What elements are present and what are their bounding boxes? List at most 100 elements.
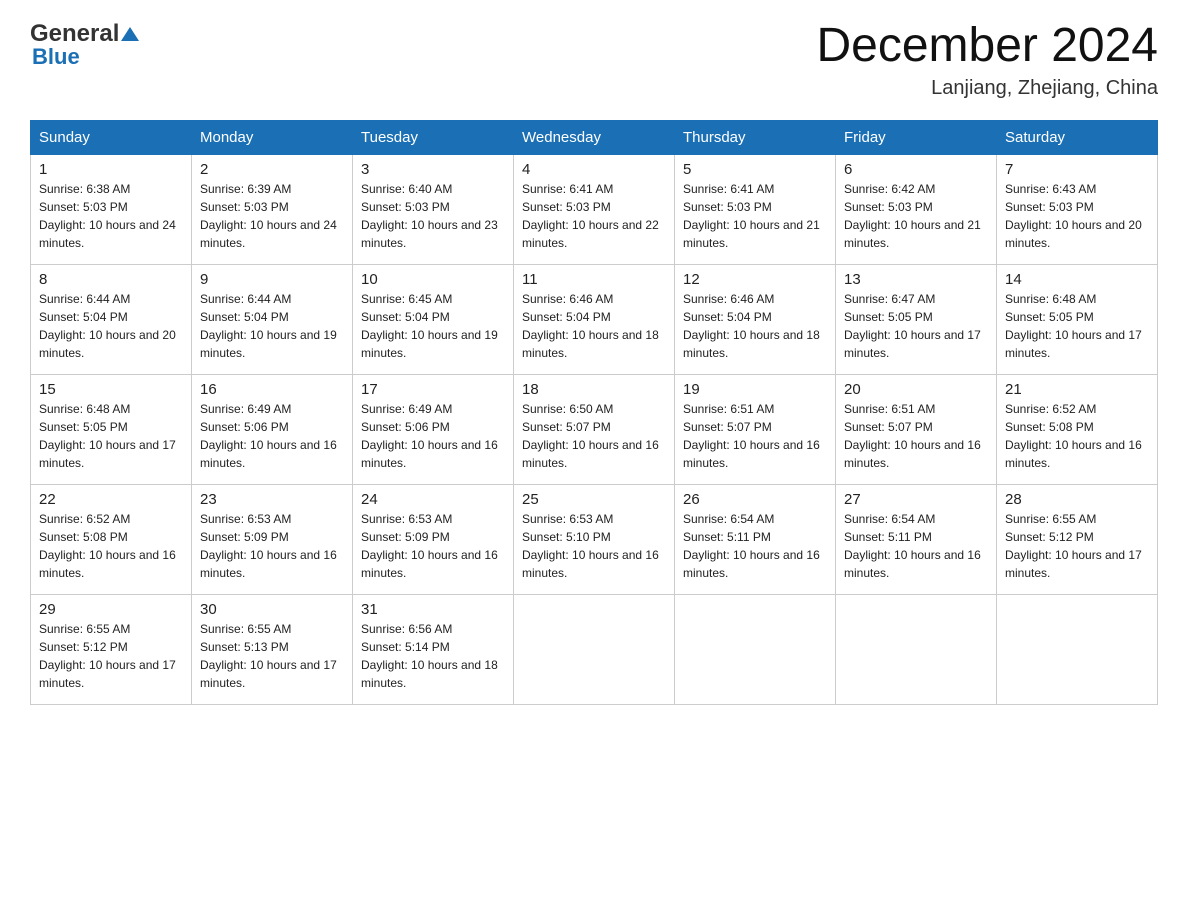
day-info: Sunrise: 6:48 AMSunset: 5:05 PMDaylight:… [1005, 290, 1149, 362]
calendar-cell: 6 Sunrise: 6:42 AMSunset: 5:03 PMDaylight… [836, 154, 997, 264]
day-info: Sunrise: 6:51 AMSunset: 5:07 PMDaylight:… [683, 400, 827, 472]
day-number: 3 [361, 161, 505, 178]
day-info: Sunrise: 6:46 AMSunset: 5:04 PMDaylight:… [522, 290, 666, 362]
calendar-cell: 20 Sunrise: 6:51 AMSunset: 5:07 PMDayligh… [836, 374, 997, 484]
day-number: 31 [361, 601, 505, 618]
day-number: 14 [1005, 271, 1149, 288]
day-number: 8 [39, 271, 183, 288]
day-info: Sunrise: 6:44 AMSunset: 5:04 PMDaylight:… [200, 290, 344, 362]
calendar-cell: 14 Sunrise: 6:48 AMSunset: 5:05 PMDayligh… [997, 264, 1158, 374]
month-title: December 2024 [816, 20, 1158, 73]
day-number: 25 [522, 491, 666, 508]
day-info: Sunrise: 6:38 AMSunset: 5:03 PMDaylight:… [39, 180, 183, 252]
calendar-cell [997, 594, 1158, 704]
day-number: 26 [683, 491, 827, 508]
calendar-cell: 21 Sunrise: 6:52 AMSunset: 5:08 PMDayligh… [997, 374, 1158, 484]
calendar-cell: 5Sunrise: 6:41 AMSunset: 5:03 PMDaylight… [675, 154, 836, 264]
calendar-week-row: 29 Sunrise: 6:55 AMSunset: 5:12 PMDayligh… [31, 594, 1158, 704]
logo-triangle-icon [121, 27, 139, 41]
page-header: General Blue December 2024 Lanjiang, Zhe… [30, 20, 1158, 100]
header-thursday: Thursday [675, 120, 836, 154]
day-info: Sunrise: 6:40 AMSunset: 5:03 PMDaylight:… [361, 180, 505, 252]
calendar-cell: 10 Sunrise: 6:45 AMSunset: 5:04 PMDayligh… [353, 264, 514, 374]
calendar-cell: 13 Sunrise: 6:47 AMSunset: 5:05 PMDayligh… [836, 264, 997, 374]
calendar-cell: 28 Sunrise: 6:55 AMSunset: 5:12 PMDayligh… [997, 484, 1158, 594]
calendar-cell: 23Sunrise: 6:53 AMSunset: 5:09 PMDayligh… [192, 484, 353, 594]
calendar-cell: 30 Sunrise: 6:55 AMSunset: 5:13 PMDayligh… [192, 594, 353, 704]
day-number: 22 [39, 491, 183, 508]
calendar-cell: 15Sunrise: 6:48 AMSunset: 5:05 PMDayligh… [31, 374, 192, 484]
calendar-table: SundayMondayTuesdayWednesdayThursdayFrid… [30, 120, 1158, 705]
day-info: Sunrise: 6:47 AMSunset: 5:05 PMDaylight:… [844, 290, 988, 362]
day-number: 7 [1005, 161, 1149, 178]
logo-blue-text: Blue [32, 44, 80, 70]
calendar-cell: 17 Sunrise: 6:49 AMSunset: 5:06 PMDayligh… [353, 374, 514, 484]
day-info: Sunrise: 6:42 AMSunset: 5:03 PMDaylight:… [844, 180, 988, 252]
day-info: Sunrise: 6:52 AMSunset: 5:08 PMDaylight:… [1005, 400, 1149, 472]
day-info: Sunrise: 6:53 AMSunset: 5:09 PMDaylight:… [361, 510, 505, 582]
calendar-cell: 16Sunrise: 6:49 AMSunset: 5:06 PMDayligh… [192, 374, 353, 484]
day-number: 15 [39, 381, 183, 398]
day-info: Sunrise: 6:44 AMSunset: 5:04 PMDaylight:… [39, 290, 183, 362]
calendar-cell: 8 Sunrise: 6:44 AMSunset: 5:04 PMDaylight… [31, 264, 192, 374]
day-number: 19 [683, 381, 827, 398]
calendar-cell: 1Sunrise: 6:38 AMSunset: 5:03 PMDaylight… [31, 154, 192, 264]
location-title: Lanjiang, Zhejiang, China [816, 77, 1158, 100]
day-info: Sunrise: 6:54 AMSunset: 5:11 PMDaylight:… [683, 510, 827, 582]
day-number: 6 [844, 161, 988, 178]
calendar-cell: 25 Sunrise: 6:53 AMSunset: 5:10 PMDayligh… [514, 484, 675, 594]
day-number: 23 [200, 491, 344, 508]
day-info: Sunrise: 6:56 AMSunset: 5:14 PMDaylight:… [361, 620, 505, 692]
calendar-cell: 29 Sunrise: 6:55 AMSunset: 5:12 PMDayligh… [31, 594, 192, 704]
day-info: Sunrise: 6:49 AMSunset: 5:06 PMDaylight:… [200, 400, 344, 472]
day-number: 5 [683, 161, 827, 178]
day-number: 24 [361, 491, 505, 508]
day-info: Sunrise: 6:39 AMSunset: 5:03 PMDaylight:… [200, 180, 344, 252]
day-info: Sunrise: 6:46 AMSunset: 5:04 PMDaylight:… [683, 290, 827, 362]
day-info: Sunrise: 6:49 AMSunset: 5:06 PMDaylight:… [361, 400, 505, 472]
day-number: 21 [1005, 381, 1149, 398]
day-number: 29 [39, 601, 183, 618]
calendar-cell: 12 Sunrise: 6:46 AMSunset: 5:04 PMDayligh… [675, 264, 836, 374]
calendar-header-row: SundayMondayTuesdayWednesdayThursdayFrid… [31, 120, 1158, 154]
day-info: Sunrise: 6:55 AMSunset: 5:12 PMDaylight:… [1005, 510, 1149, 582]
calendar-cell: 2 Sunrise: 6:39 AMSunset: 5:03 PMDaylight… [192, 154, 353, 264]
calendar-cell: 3 Sunrise: 6:40 AMSunset: 5:03 PMDaylight… [353, 154, 514, 264]
logo: General Blue [30, 20, 139, 70]
day-number: 17 [361, 381, 505, 398]
calendar-cell: 19 Sunrise: 6:51 AMSunset: 5:07 PMDayligh… [675, 374, 836, 484]
day-number: 10 [361, 271, 505, 288]
header-friday: Friday [836, 120, 997, 154]
day-number: 2 [200, 161, 344, 178]
day-info: Sunrise: 6:55 AMSunset: 5:12 PMDaylight:… [39, 620, 183, 692]
calendar-week-row: 15Sunrise: 6:48 AMSunset: 5:05 PMDayligh… [31, 374, 1158, 484]
calendar-cell: 26 Sunrise: 6:54 AMSunset: 5:11 PMDayligh… [675, 484, 836, 594]
day-info: Sunrise: 6:51 AMSunset: 5:07 PMDaylight:… [844, 400, 988, 472]
day-info: Sunrise: 6:45 AMSunset: 5:04 PMDaylight:… [361, 290, 505, 362]
calendar-week-row: 8 Sunrise: 6:44 AMSunset: 5:04 PMDaylight… [31, 264, 1158, 374]
calendar-cell: 18Sunrise: 6:50 AMSunset: 5:07 PMDayligh… [514, 374, 675, 484]
day-number: 27 [844, 491, 988, 508]
day-number: 12 [683, 271, 827, 288]
calendar-cell: 24 Sunrise: 6:53 AMSunset: 5:09 PMDayligh… [353, 484, 514, 594]
day-number: 20 [844, 381, 988, 398]
day-info: Sunrise: 6:50 AMSunset: 5:07 PMDaylight:… [522, 400, 666, 472]
day-number: 28 [1005, 491, 1149, 508]
day-info: Sunrise: 6:55 AMSunset: 5:13 PMDaylight:… [200, 620, 344, 692]
title-section: December 2024 Lanjiang, Zhejiang, China [816, 20, 1158, 100]
day-info: Sunrise: 6:54 AMSunset: 5:11 PMDaylight:… [844, 510, 988, 582]
calendar-week-row: 1Sunrise: 6:38 AMSunset: 5:03 PMDaylight… [31, 154, 1158, 264]
calendar-cell: 22 Sunrise: 6:52 AMSunset: 5:08 PMDayligh… [31, 484, 192, 594]
calendar-cell: 7Sunrise: 6:43 AMSunset: 5:03 PMDaylight… [997, 154, 1158, 264]
header-tuesday: Tuesday [353, 120, 514, 154]
day-number: 30 [200, 601, 344, 618]
day-number: 13 [844, 271, 988, 288]
calendar-cell [514, 594, 675, 704]
calendar-cell: 4Sunrise: 6:41 AMSunset: 5:03 PMDaylight… [514, 154, 675, 264]
calendar-cell: 9Sunrise: 6:44 AMSunset: 5:04 PMDaylight… [192, 264, 353, 374]
day-number: 4 [522, 161, 666, 178]
day-info: Sunrise: 6:53 AMSunset: 5:10 PMDaylight:… [522, 510, 666, 582]
calendar-cell [675, 594, 836, 704]
day-info: Sunrise: 6:52 AMSunset: 5:08 PMDaylight:… [39, 510, 183, 582]
header-monday: Monday [192, 120, 353, 154]
